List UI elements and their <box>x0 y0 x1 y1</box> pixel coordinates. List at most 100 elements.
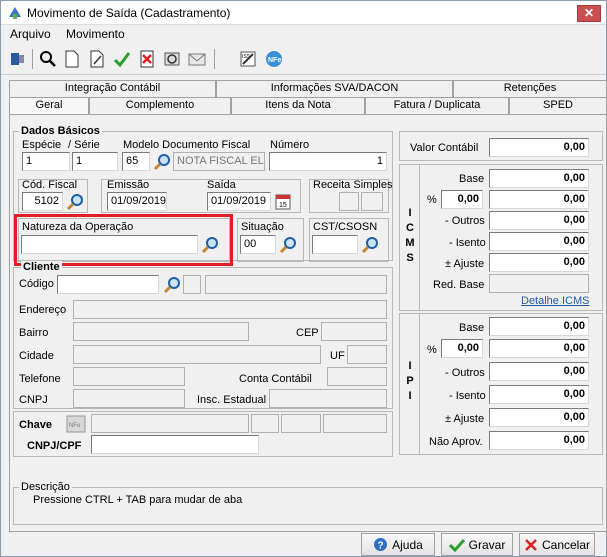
gravar-label: Gravar <box>468 537 506 552</box>
ipi-outros-input[interactable]: 0,00 <box>489 362 589 381</box>
endereco-label: Endereço <box>19 304 67 316</box>
ipi-base-input[interactable]: 0,00 <box>489 317 589 336</box>
gravar-button[interactable]: Gravar <box>441 533 513 556</box>
cst-label: CST/CSOSN <box>313 221 378 233</box>
cidade-field <box>73 345 321 364</box>
icms-isento-input[interactable]: 0,00 <box>489 232 589 251</box>
modelo-input[interactable]: 65 <box>122 152 150 171</box>
emissao-input[interactable]: 01/09/2019 <box>107 192 167 211</box>
serie-input[interactable]: 1 <box>72 152 118 171</box>
especie-input[interactable]: 1 <box>22 152 70 171</box>
close-button[interactable]: ✕ <box>577 5 601 22</box>
telefone-label: Telefone <box>19 373 61 385</box>
icms-pct-value[interactable]: 0,00 <box>489 190 589 209</box>
uf-label: UF <box>330 350 345 362</box>
ipi-isento-input[interactable]: 0,00 <box>489 385 589 404</box>
icms-outros-input[interactable]: 0,00 <box>489 211 589 230</box>
cod-fiscal-label: Cód. Fiscal <box>22 179 78 191</box>
toolbar: ISS NFe <box>1 45 606 75</box>
saida-input[interactable]: 01/09/2019 <box>207 192 271 211</box>
codigo-label: Código <box>19 278 54 290</box>
cst-search-icon[interactable] <box>360 235 380 255</box>
codigo-input[interactable] <box>57 275 159 294</box>
new-document-icon[interactable] <box>61 48 83 70</box>
app-icon <box>9 7 21 19</box>
delete-icon[interactable] <box>136 48 158 70</box>
icms-red-base-field <box>489 274 589 293</box>
title-bar: Movimento de Saída (Cadastramento) ✕ <box>1 1 606 25</box>
cst-input[interactable] <box>312 235 358 254</box>
menu-bar: Arquivo Movimento <box>1 25 606 43</box>
help-icon: ? <box>374 538 388 552</box>
codigo-search-icon[interactable] <box>162 275 182 295</box>
iss-icon[interactable]: ISS <box>237 48 259 70</box>
calendar-icon[interactable]: 15 <box>275 193 291 210</box>
cliente-nome-field <box>205 275 387 294</box>
numero-label: Número <box>270 139 310 151</box>
emissao-label: Emissão <box>107 179 150 191</box>
window-title: Movimento de Saída (Cadastramento) <box>27 6 231 20</box>
valor-contabil-input[interactable]: 0,00 <box>489 138 589 157</box>
nfe-chave-icon[interactable]: NFe <box>66 415 86 433</box>
codigo-detail-button[interactable] <box>183 275 201 294</box>
tab-complemento[interactable]: Complemento <box>89 97 231 114</box>
confirm-check-icon[interactable] <box>111 48 133 70</box>
ipi-pct-input[interactable]: 0,00 <box>441 339 483 358</box>
tab-fatura-duplicata[interactable]: Fatura / Duplicata <box>365 97 509 114</box>
ipi-nao-aprov-input[interactable]: 0,00 <box>489 431 589 450</box>
refresh-icon[interactable] <box>161 48 183 70</box>
receita-simples-field <box>339 192 359 211</box>
menu-movimento[interactable]: Movimento <box>66 27 125 41</box>
ipi-ajuste-label: ± Ajuste <box>445 413 485 425</box>
serie-label: / Série <box>68 139 100 151</box>
modelo-label: Modelo Documento Fiscal <box>123 139 251 151</box>
cod-fiscal-search-icon[interactable] <box>65 192 85 212</box>
icms-red-base-label: Red. Base <box>433 279 485 291</box>
icms-ajuste-input[interactable]: 0,00 <box>489 253 589 272</box>
exit-icon[interactable] <box>7 48 29 70</box>
menu-arquivo[interactable]: Arquivo <box>10 27 51 41</box>
tab-sped[interactable]: SPED <box>509 97 607 114</box>
situacao-input[interactable]: 00 <box>240 235 276 254</box>
chave-field-2 <box>251 414 279 433</box>
chave-field-4 <box>323 414 387 433</box>
tab-retencoes[interactable]: Retenções <box>453 80 607 97</box>
especie-label: Espécie <box>22 139 62 151</box>
mail-icon[interactable] <box>186 48 208 70</box>
icms-base-label: Base <box>459 173 485 185</box>
icms-pct-input[interactable]: 0,00 <box>441 190 483 209</box>
cancelar-button[interactable]: Cancelar <box>519 533 595 556</box>
receita-simples-field-2 <box>361 192 383 211</box>
cnpj-cpf-input[interactable] <box>91 435 259 454</box>
svg-text:?: ? <box>378 541 384 552</box>
icms-base-input[interactable]: 0,00 <box>489 169 589 188</box>
numero-input[interactable]: 1 <box>269 152 387 171</box>
svg-text:NFe: NFe <box>69 423 81 429</box>
descricao-text: Pressione CTRL + TAB para mudar de aba <box>33 494 243 506</box>
cidade-label: Cidade <box>19 350 54 362</box>
nfe-icon[interactable]: NFe <box>263 48 285 70</box>
cod-fiscal-input[interactable]: 5102 <box>22 192 63 211</box>
tab-geral[interactable]: Geral <box>9 97 89 114</box>
ajuda-button[interactable]: ? Ajuda <box>361 533 435 556</box>
tab-integracao-contabil[interactable]: Integração Contábil <box>9 80 216 97</box>
tab-informacoes-sva-dacon[interactable]: Informações SVA/DACON <box>216 80 453 97</box>
search-icon[interactable] <box>37 48 59 70</box>
modelo-search-icon[interactable] <box>152 152 172 172</box>
cnpj-field <box>73 389 185 408</box>
edit-document-icon[interactable] <box>86 48 108 70</box>
ipi-ajuste-input[interactable]: 0,00 <box>489 408 589 427</box>
tab-itens-da-nota[interactable]: Itens da Nota <box>231 97 365 114</box>
icms-title: I C M S <box>405 207 415 264</box>
chave-field-1 <box>91 414 249 433</box>
cancel-x-icon <box>525 538 537 551</box>
situacao-search-icon[interactable] <box>278 235 298 255</box>
descricao-title: Descrição <box>19 481 72 493</box>
ipi-pct-value[interactable]: 0,00 <box>489 339 589 358</box>
ipi-pct-label: % <box>427 344 437 356</box>
valor-contabil-label: Valor Contábil <box>410 142 479 154</box>
detalhe-icms-link[interactable]: Detalhe ICMS <box>521 295 589 307</box>
modelo-description: NOTA FISCAL EL <box>173 152 265 171</box>
icms-pct-label: % <box>427 194 437 206</box>
check-icon <box>448 538 465 552</box>
